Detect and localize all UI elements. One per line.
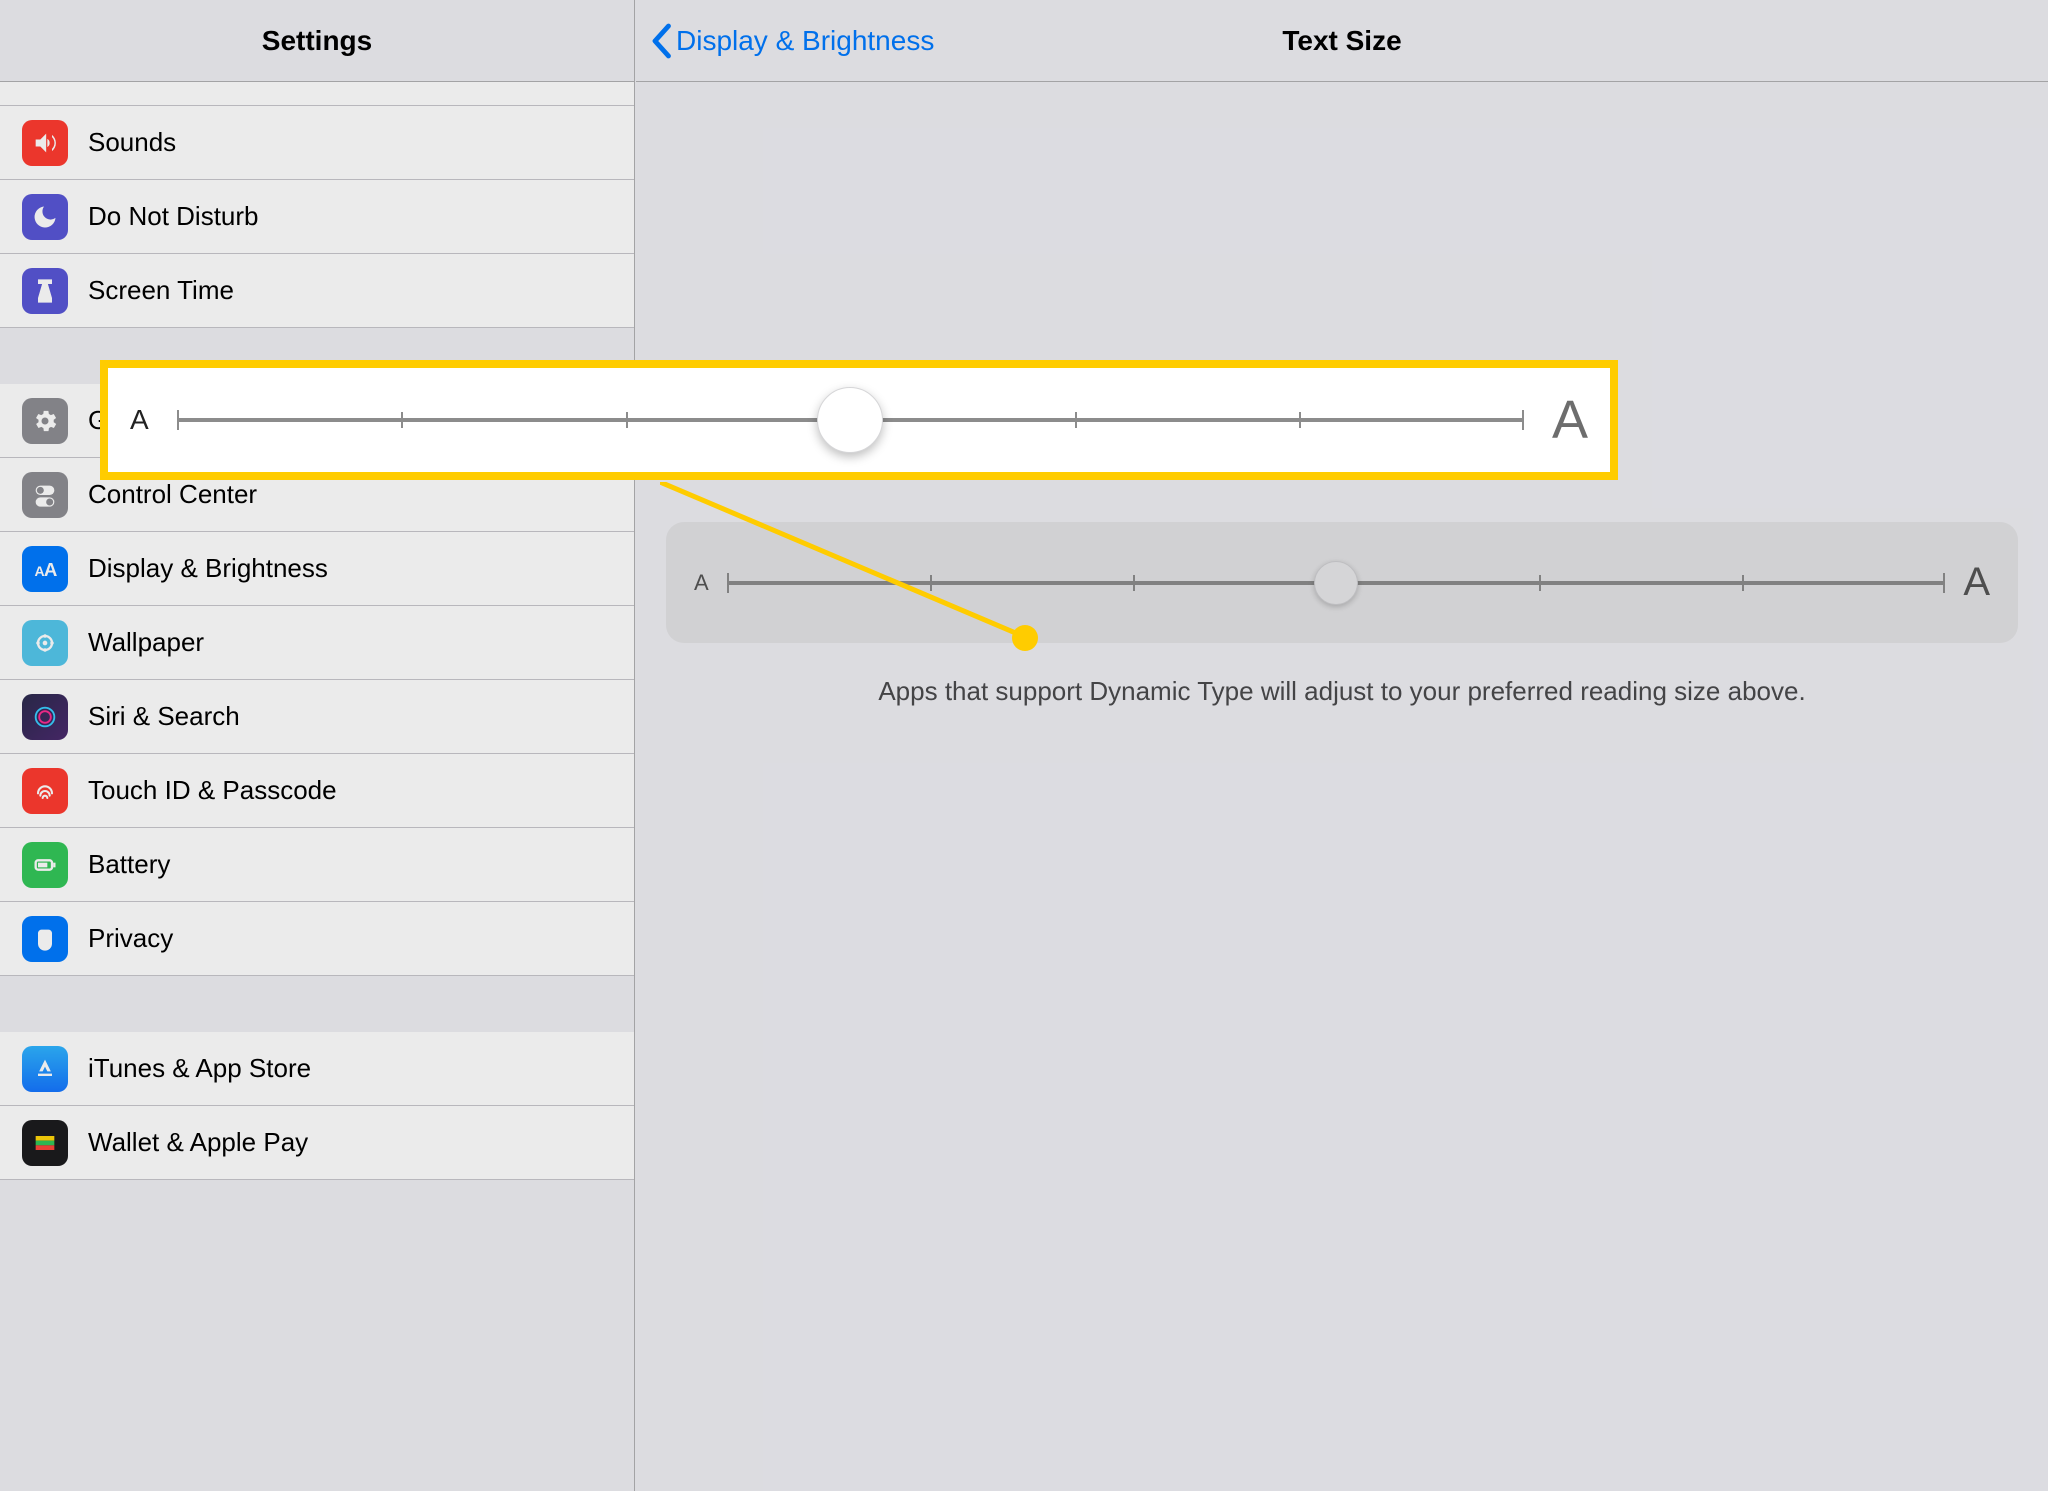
sidebar-item-wallpaper[interactable]: Wallpaper bbox=[0, 606, 634, 680]
detail-pane: Display & Brightness Text Size A A Apps … bbox=[636, 0, 2048, 1491]
slider-thumb[interactable] bbox=[817, 387, 883, 453]
slider-thumb[interactable] bbox=[1314, 561, 1358, 605]
sidebar-item-wallet[interactable]: Wallet & Apple Pay bbox=[0, 1106, 634, 1180]
wallet-icon bbox=[22, 1120, 68, 1166]
sidebar-item-label: Control Center bbox=[88, 479, 634, 510]
callout-dot bbox=[1012, 625, 1038, 651]
sidebar-item-label: Sounds bbox=[88, 127, 634, 158]
sidebar-item-battery[interactable]: Battery bbox=[0, 828, 634, 902]
text-size-slider-highlight[interactable]: A A bbox=[100, 360, 1618, 480]
settings-sidebar: Settings Sounds Do Not Disturb Screen Ti… bbox=[0, 0, 635, 1491]
group-spacer bbox=[0, 976, 634, 1032]
sidebar-header: Settings bbox=[0, 0, 634, 82]
sidebar-item-touchid[interactable]: Touch ID & Passcode bbox=[0, 754, 634, 828]
sidebar-item-label: Wallpaper bbox=[88, 627, 634, 658]
chevron-left-icon bbox=[650, 23, 672, 59]
control-center-icon bbox=[22, 472, 68, 518]
group-spacer bbox=[0, 1180, 634, 1236]
detail-body: A A Apps that support Dynamic Type will … bbox=[636, 522, 2048, 709]
slider-track[interactable] bbox=[177, 418, 1524, 422]
slider-track[interactable] bbox=[727, 581, 1946, 585]
sidebar-item-label: Do Not Disturb bbox=[88, 201, 634, 232]
sounds-icon bbox=[22, 120, 68, 166]
back-button[interactable]: Display & Brightness bbox=[650, 23, 934, 59]
sidebar-title: Settings bbox=[0, 25, 634, 57]
sidebar-item-label: iTunes & App Store bbox=[88, 1053, 634, 1084]
dynamic-type-description: Apps that support Dynamic Type will adju… bbox=[666, 673, 2018, 709]
detail-header: Display & Brightness Text Size bbox=[636, 0, 2048, 82]
sidebar-item-screen-time[interactable]: Screen Time bbox=[0, 254, 634, 328]
slider-label-large: A bbox=[1963, 560, 1990, 605]
sidebar-item-display[interactable]: AA Display & Brightness bbox=[0, 532, 634, 606]
sidebar-item-cut[interactable] bbox=[0, 82, 634, 106]
general-icon bbox=[22, 398, 68, 444]
screen-time-icon bbox=[22, 268, 68, 314]
text-size-slider[interactable]: A A bbox=[694, 560, 1990, 605]
dnd-icon bbox=[22, 194, 68, 240]
appstore-icon bbox=[22, 1046, 68, 1092]
sidebar-item-label: Wallet & Apple Pay bbox=[88, 1127, 634, 1158]
battery-icon bbox=[22, 842, 68, 888]
privacy-icon bbox=[22, 916, 68, 962]
wallpaper-icon bbox=[22, 620, 68, 666]
sidebar-item-label: Battery bbox=[88, 849, 634, 880]
siri-icon bbox=[22, 694, 68, 740]
sidebar-item-appstore[interactable]: iTunes & App Store bbox=[0, 1032, 634, 1106]
slider-label-large: A bbox=[1552, 389, 1588, 451]
sidebar-item-label: Privacy bbox=[88, 923, 634, 954]
sidebar-item-siri[interactable]: Siri & Search bbox=[0, 680, 634, 754]
slider-label-small: A bbox=[130, 404, 149, 436]
slider-label-small: A bbox=[694, 570, 709, 596]
svg-text:A: A bbox=[44, 559, 57, 580]
sidebar-item-label: Display & Brightness bbox=[88, 553, 634, 584]
back-button-label: Display & Brightness bbox=[676, 25, 934, 57]
text-size-slider-card: A A bbox=[666, 522, 2018, 643]
sidebar-item-dnd[interactable]: Do Not Disturb bbox=[0, 180, 634, 254]
display-icon: AA bbox=[22, 546, 68, 592]
sidebar-item-sounds[interactable]: Sounds bbox=[0, 106, 634, 180]
sidebar-item-label: Screen Time bbox=[88, 275, 634, 306]
sidebar-item-label: Touch ID & Passcode bbox=[88, 775, 634, 806]
sidebar-item-privacy[interactable]: Privacy bbox=[0, 902, 634, 976]
sidebar-item-label: Siri & Search bbox=[88, 701, 634, 732]
touchid-icon bbox=[22, 768, 68, 814]
